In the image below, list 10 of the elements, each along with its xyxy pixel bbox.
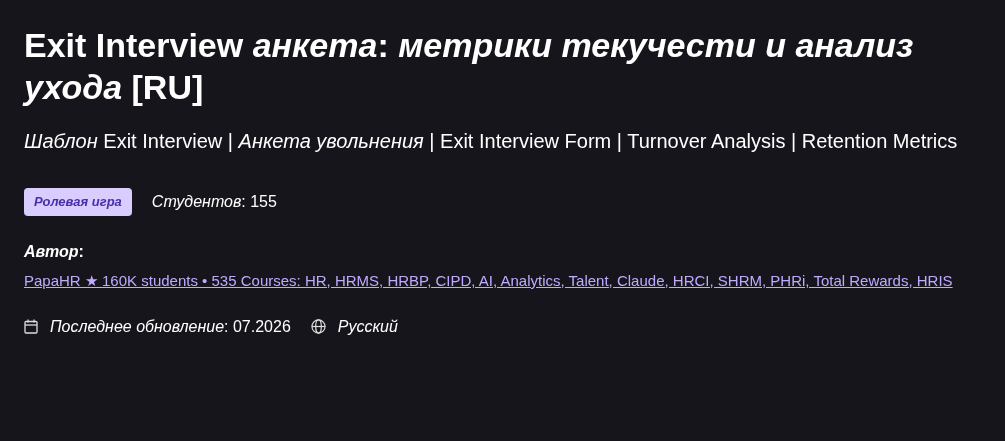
author-link[interactable]: PapaHR ★ 160K students • 535 Courses: HR, HRMS, HRBP, CIPD, AI, Analytics, Talent, Claude, HRCI, SHRM, PHRi, Total Rewards, HRIS: [24, 269, 974, 291]
category-badge: Ролевая игра: [24, 188, 132, 216]
globe-icon: [310, 319, 326, 334]
last-updated: Последнее обновление: 07.2026: [50, 316, 291, 337]
calendar-icon: [24, 319, 38, 334]
students-count: Студентов: 155: [151, 191, 277, 212]
language: Русский: [337, 316, 398, 337]
course-subtitle: Шаблон Exit Interview | Анкета увольнения | Exit Interview Form | Turnover Analysis | Retention Metrics: [24, 129, 959, 154]
course-title: Exit Interview анкета: метрики текучести и анализ ухода [RU]: [24, 25, 915, 108]
author-label: Автор:: [24, 241, 85, 262]
